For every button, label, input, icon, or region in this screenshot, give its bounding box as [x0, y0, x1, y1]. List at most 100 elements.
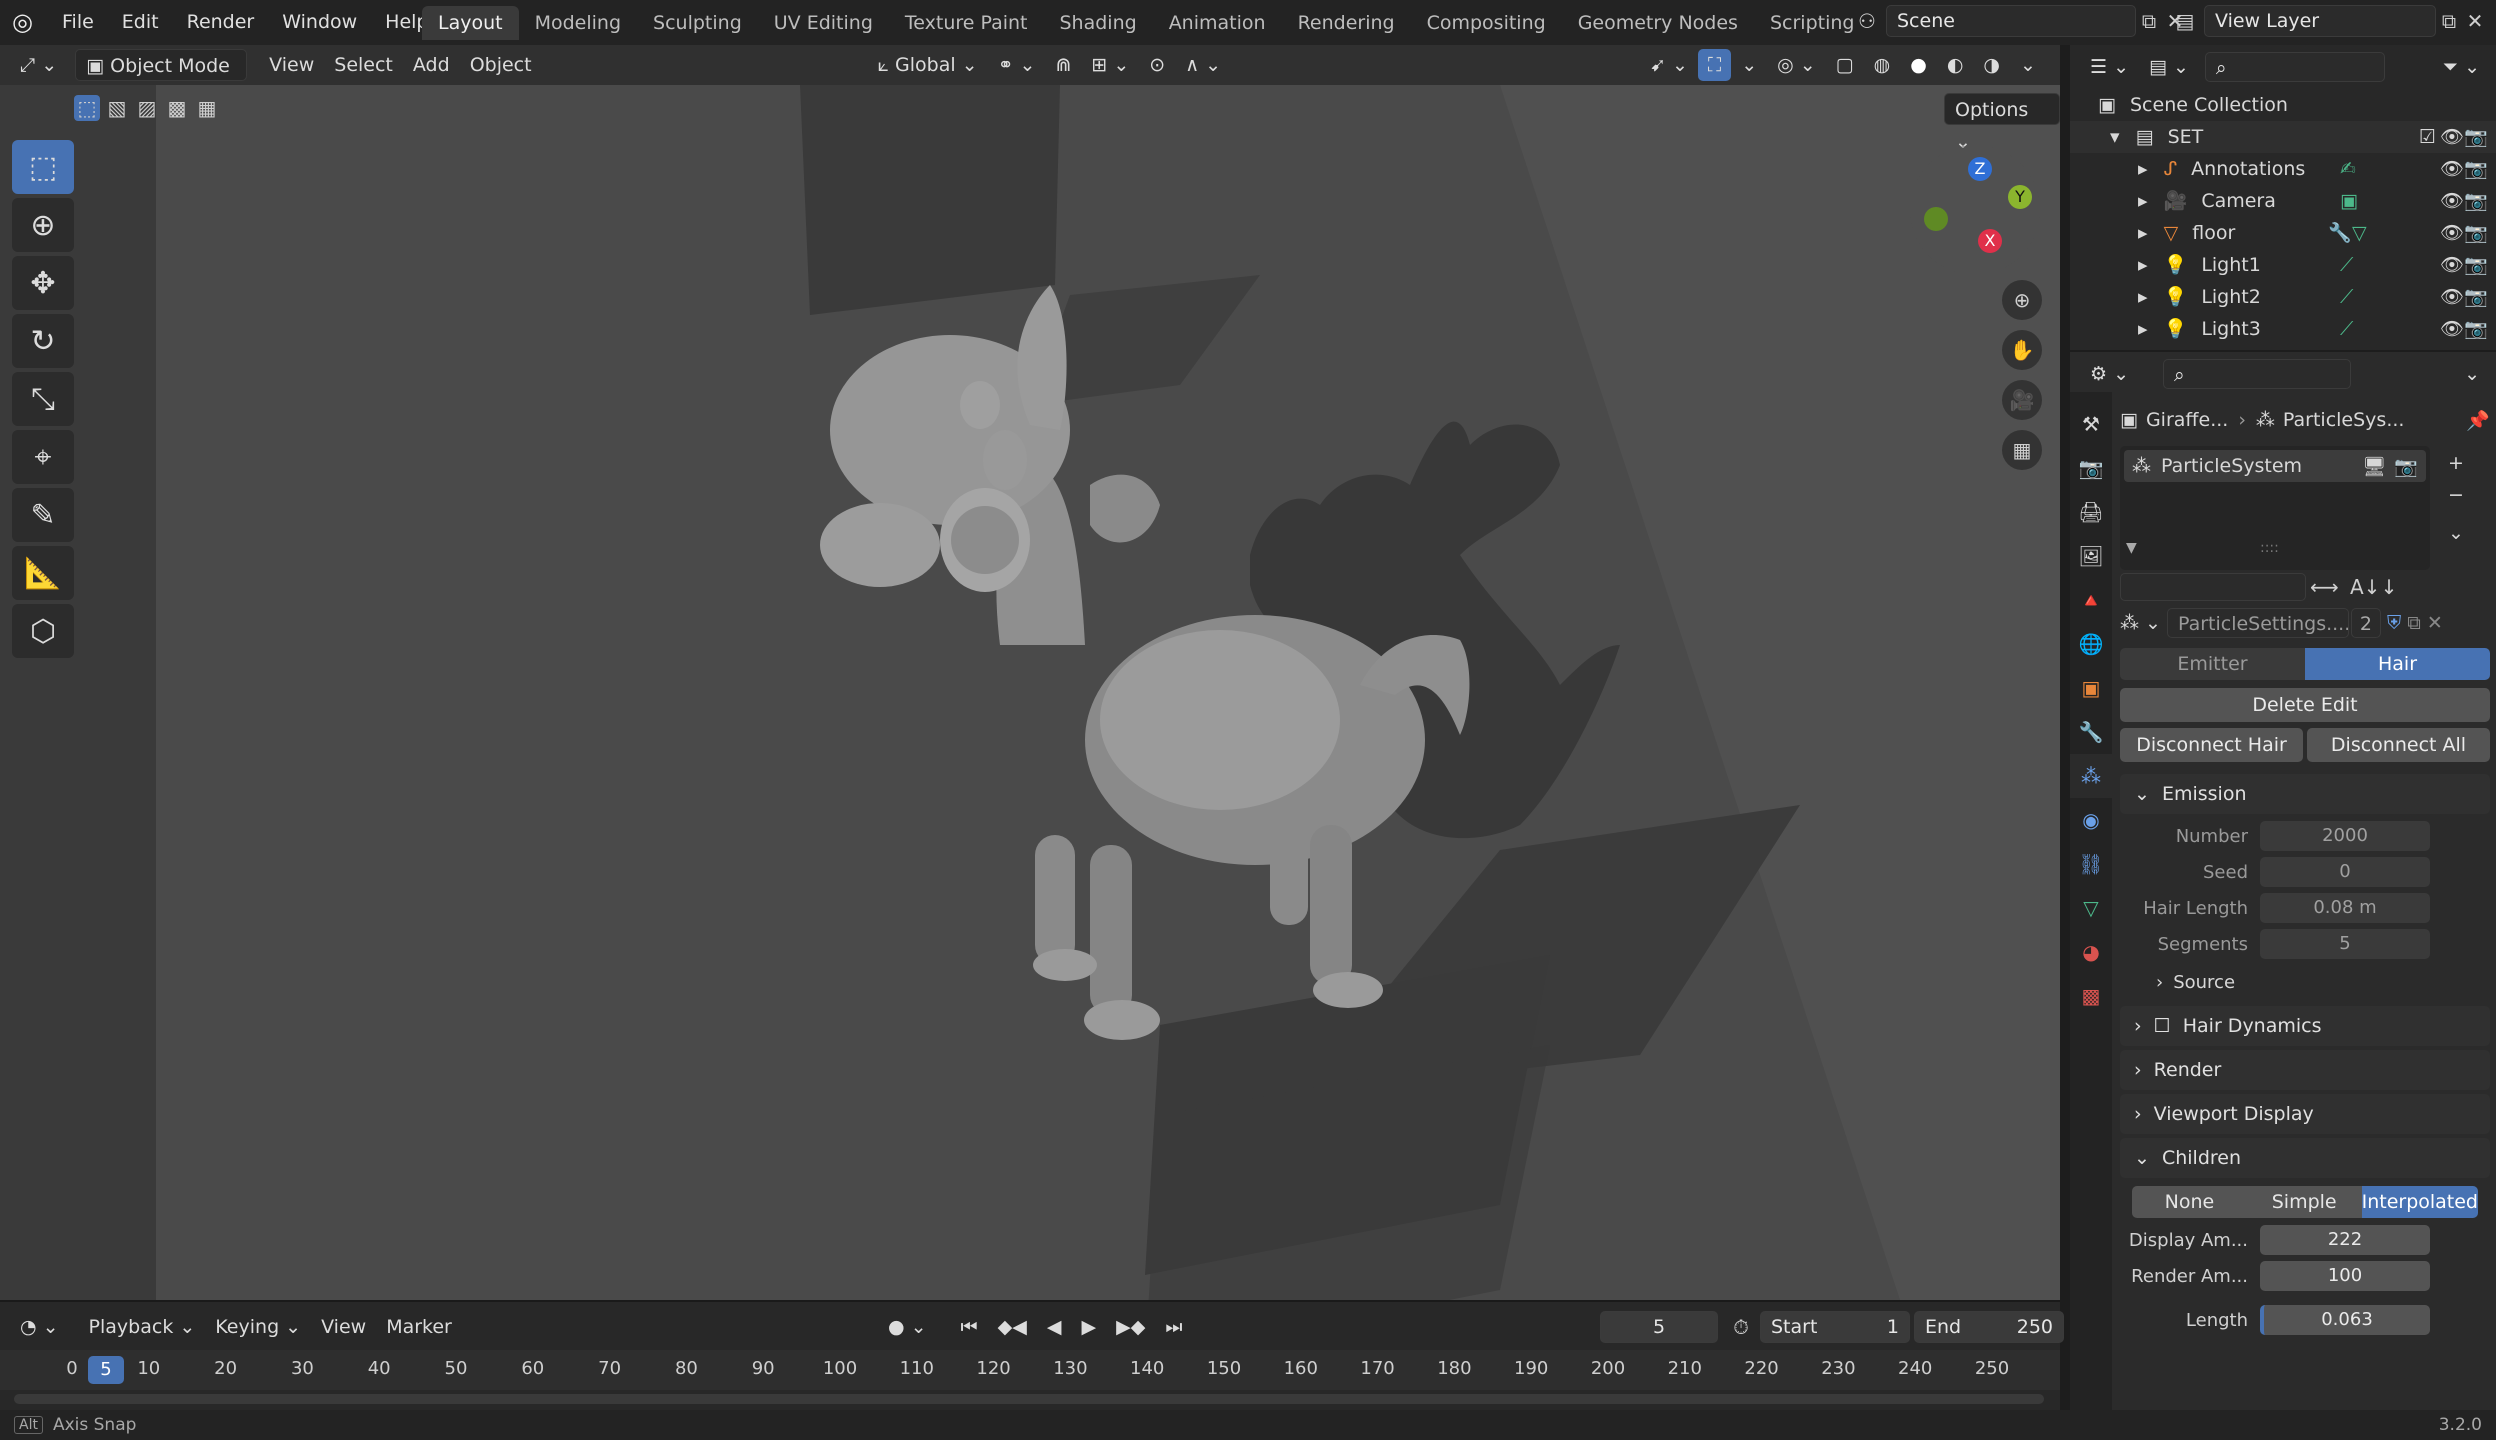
- expand-arrow-icon[interactable]: ▸: [2138, 190, 2148, 212]
- length-slider[interactable]: 0.063: [2260, 1305, 2430, 1335]
- pivot-point-icon[interactable]: ⚭ ⌄: [988, 49, 1046, 81]
- render-camera-icon[interactable]: 📷: [2464, 121, 2488, 153]
- outliner-item-camera[interactable]: ▸ 🎥 Camera ▣ 👁 📷: [2070, 185, 2496, 217]
- zoom-icon[interactable]: ⊕: [2002, 280, 2042, 320]
- mode-dropdown[interactable]: ▣ Object Mode ⌄: [75, 49, 248, 109]
- children-interpolated-button[interactable]: Interpolated: [2361, 1186, 2478, 1218]
- menu-window[interactable]: Window: [268, 0, 371, 45]
- invert-filter-icon[interactable]: ⟷: [2310, 574, 2339, 600]
- disconnect-hair-button[interactable]: Disconnect Hair: [2120, 728, 2303, 762]
- scale-icon[interactable]: ⤡: [12, 372, 74, 426]
- stopwatch-icon[interactable]: ⏱: [1728, 1314, 1754, 1340]
- select-extend-icon[interactable]: ▧: [104, 95, 130, 121]
- current-frame-field[interactable]: 5: [1600, 1311, 1718, 1343]
- wireframe-shading-icon[interactable]: ◍: [1864, 49, 1901, 81]
- show-render-icon[interactable]: 📷: [2394, 455, 2418, 478]
- output-tab-icon[interactable]: 🖨: [2070, 490, 2112, 534]
- sort-alpha-icon[interactable]: A↓: [2350, 574, 2380, 600]
- list-resize-handle[interactable]: ::::: [2260, 540, 2279, 556]
- delete-edit-button[interactable]: Delete Edit: [2120, 688, 2490, 722]
- tab-modeling[interactable]: Modeling: [519, 6, 637, 40]
- rendered-shading-icon[interactable]: ◑: [1973, 49, 2010, 81]
- gizmo-neg-y[interactable]: [1924, 207, 1948, 231]
- render-camera-icon[interactable]: 📷: [2464, 313, 2488, 345]
- render-amount-field[interactable]: 100: [2260, 1261, 2430, 1291]
- outliner-item-annotations[interactable]: ▸ ᔑ Annotations ✍ 👁 📷: [2070, 153, 2496, 185]
- modifier-tab-icon[interactable]: 🔧: [2070, 710, 2112, 754]
- menu-playback[interactable]: Playback ⌄: [79, 1311, 206, 1343]
- pin-icon[interactable]: 📌: [2466, 409, 2490, 432]
- data-tab-icon[interactable]: ▽: [2070, 886, 2112, 930]
- move-icon[interactable]: ✥: [12, 256, 74, 310]
- tab-compositing[interactable]: Compositing: [1411, 6, 1562, 40]
- particle-settings-field[interactable]: ParticleSettings....: [2166, 608, 2349, 638]
- menu-view[interactable]: View: [259, 49, 324, 81]
- material-tab-icon[interactable]: ◕: [2070, 930, 2112, 974]
- end-frame-field[interactable]: End 250: [1914, 1311, 2064, 1343]
- camera-view-icon[interactable]: 🎥: [2002, 380, 2042, 420]
- outliner-item-light3[interactable]: ▸ 💡 Light3 ⟋ 👁 📷: [2070, 313, 2496, 345]
- cursor-icon[interactable]: ⊕: [12, 198, 74, 252]
- menu-select[interactable]: Select: [324, 49, 403, 81]
- properties-editor-icon[interactable]: ⚙ ⌄: [2080, 358, 2139, 390]
- timeline-editor-icon[interactable]: ◔ ⌄: [10, 1311, 69, 1343]
- remove-slot-icon[interactable]: −: [2440, 480, 2472, 510]
- transform-orientation-dropdown[interactable]: ⟀ Global ⌄: [868, 49, 988, 81]
- list-filter-input[interactable]: [2120, 573, 2306, 601]
- expand-arrow-icon[interactable]: ▸: [2138, 158, 2148, 180]
- timeline-scrollbar[interactable]: [14, 1394, 2044, 1404]
- emission-number-field[interactable]: 2000: [2260, 821, 2430, 851]
- expand-arrow-icon[interactable]: ▸: [2138, 286, 2148, 308]
- gizmo-menu-icon[interactable]: ⌄: [1731, 49, 1767, 81]
- select-invert-icon[interactable]: ▩: [164, 95, 190, 121]
- overlays-icon[interactable]: ◎ ⌄: [1767, 49, 1826, 81]
- playhead[interactable]: 5: [88, 1356, 124, 1384]
- options-dropdown[interactable]: Options ⌄: [1944, 93, 2060, 153]
- visibility-eye-icon[interactable]: 👁: [2440, 281, 2464, 313]
- snap-icon[interactable]: ⋒: [1045, 49, 1081, 81]
- outliner-editor-icon[interactable]: ☰ ⌄: [2080, 51, 2139, 83]
- properties-search-input[interactable]: ⌕: [2163, 359, 2351, 389]
- hair-length-field[interactable]: 0.08 m: [2260, 893, 2430, 923]
- world-tab-icon[interactable]: 🌐: [2070, 622, 2112, 666]
- physics-tab-icon[interactable]: ◉: [2070, 798, 2112, 842]
- jump-next-key-icon[interactable]: ▶◆: [1106, 1311, 1155, 1343]
- view-layer-icon[interactable]: ▤: [2172, 8, 2198, 34]
- play-icon[interactable]: ▶: [1072, 1311, 1107, 1343]
- select-box-icon[interactable]: ⬚: [12, 140, 74, 194]
- tab-layout[interactable]: Layout: [422, 6, 519, 40]
- unlink-settings-icon[interactable]: ✕: [2427, 612, 2443, 634]
- pan-hand-icon[interactable]: ✋: [2002, 330, 2042, 370]
- settings-users-count[interactable]: 2: [2350, 608, 2381, 638]
- expand-arrow-icon[interactable]: ▸: [2138, 318, 2148, 340]
- render-camera-icon[interactable]: 📷: [2464, 281, 2488, 313]
- menu-object[interactable]: Object: [460, 49, 542, 81]
- falloff-icon[interactable]: ∧ ⌄: [1175, 49, 1231, 81]
- frame-ruler[interactable]: 0 10 20 30 40 50 60 70 80 90 100 110 120 130 140 150 160…: [0, 1350, 2060, 1390]
- particle-system-item[interactable]: ⁂ ParticleSystem 🖥 📷: [2124, 450, 2426, 482]
- perspective-grid-icon[interactable]: ▦: [2002, 430, 2042, 470]
- navigation-gizmo[interactable]: Z Y X: [1910, 145, 2040, 275]
- scene-tab-icon[interactable]: 🔺: [2070, 578, 2112, 622]
- segments-field[interactable]: 5: [2260, 929, 2430, 959]
- tool-tab-icon[interactable]: ⚒: [2070, 402, 2112, 446]
- visibility-eye-icon[interactable]: 👁: [2440, 313, 2464, 345]
- xray-icon[interactable]: ▢: [1826, 49, 1864, 81]
- particle-settings-icon[interactable]: ⁂ ⌄: [2120, 612, 2161, 634]
- proportional-edit-icon[interactable]: ⊙: [1139, 49, 1175, 81]
- outliner-search-input[interactable]: ⌕: [2204, 52, 2385, 82]
- material-shading-icon[interactable]: ◐: [1937, 49, 1974, 81]
- annotate-icon[interactable]: ✎: [12, 488, 74, 542]
- editor-type-icon[interactable]: ⤢ ⌄: [10, 49, 67, 81]
- fake-user-shield-icon[interactable]: ⛨: [2387, 612, 2401, 634]
- blender-logo-icon[interactable]: ◎: [12, 8, 40, 36]
- gizmo-z-axis[interactable]: Z: [1968, 157, 1992, 181]
- add-cube-icon[interactable]: ⬡: [12, 604, 74, 658]
- children-panel-header[interactable]: ⌄ Children: [2120, 1138, 2490, 1178]
- visibility-eye-icon[interactable]: 👁: [2440, 217, 2464, 249]
- tab-scripting[interactable]: Scripting: [1754, 6, 1871, 40]
- hair-dynamics-checkbox[interactable]: ☐: [2154, 1015, 2171, 1037]
- 3d-viewport[interactable]: ⬚ ▧ ▨ ▩ ▦ Options ⌄ Z Y X ⊕ ✋ 🎥 ▦: [0, 85, 2060, 1300]
- properties-options-icon[interactable]: ⌄: [2454, 358, 2490, 390]
- expand-arrow-icon[interactable]: ▸: [2138, 222, 2148, 244]
